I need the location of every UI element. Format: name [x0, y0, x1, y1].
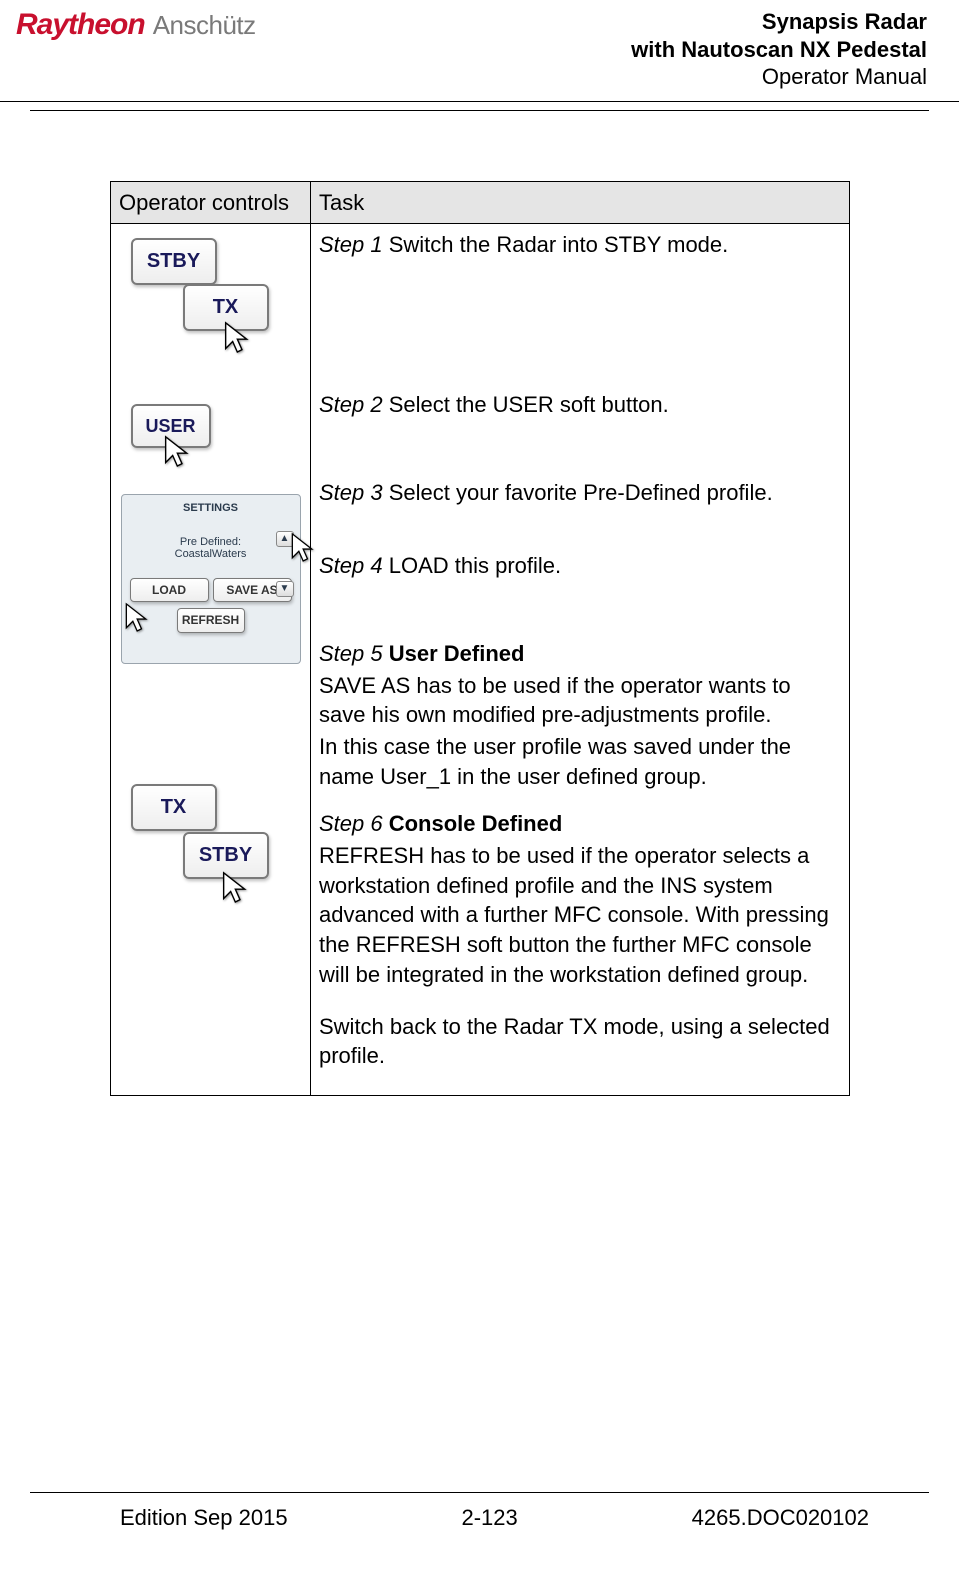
controls-cell: STBY TX USER SETTINGS Pre Defined: Coast… — [111, 224, 311, 1096]
footer-edition: Edition Sep 2015 — [120, 1505, 288, 1531]
settings-title: SETTINGS — [128, 501, 294, 516]
tx-button[interactable]: TX — [131, 784, 217, 831]
cursor-icon — [288, 531, 314, 565]
step-5: Step 5 User Defined SAVE AS has to be us… — [319, 639, 841, 791]
title-line-1: Synapsis Radar — [631, 8, 927, 36]
step-label: Step 6 — [319, 811, 383, 836]
profile-label: Pre Defined: — [128, 536, 294, 548]
page-header: Raytheon Anschütz Synapsis Radar with Na… — [0, 0, 959, 102]
procedure-table: Operator controls Task STBY TX USER SETT… — [110, 181, 850, 1096]
brand-logo: Raytheon Anschütz — [16, 8, 256, 42]
step-4: Step 4 LOAD this profile. — [319, 551, 841, 581]
load-button[interactable]: LOAD — [130, 578, 209, 602]
refresh-button[interactable]: REFRESH — [177, 608, 245, 632]
cursor-icon — [161, 434, 189, 470]
step-bold: Console Defined — [383, 811, 563, 836]
cursor-icon — [122, 601, 148, 635]
logo-secondary: Anschütz — [153, 10, 256, 41]
profile-display: Pre Defined: CoastalWaters — [128, 536, 294, 560]
step-text: Select your favorite Pre-Defined profile… — [383, 480, 773, 505]
step-label: Step 1 — [319, 232, 383, 257]
step-2: Step 2 Select the USER soft button. — [319, 390, 841, 420]
arrow-down-button[interactable]: ▼ — [276, 581, 294, 597]
step-label: Step 2 — [319, 392, 383, 417]
title-line-3: Operator Manual — [631, 63, 927, 91]
page-footer: Edition Sep 2015 2-123 4265.DOC020102 — [30, 1492, 929, 1531]
step-6: Step 6 Console Defined REFRESH has to be… — [319, 809, 841, 989]
step-body: In this case the user profile was saved … — [319, 732, 841, 791]
step-text: LOAD this profile. — [383, 553, 562, 578]
col-header-task: Task — [311, 181, 850, 224]
title-line-2: with Nautoscan NX Pedestal — [631, 36, 927, 64]
profile-name: CoastalWaters — [128, 548, 294, 560]
col-header-controls: Operator controls — [111, 181, 311, 224]
step-body: SAVE AS has to be used if the operator w… — [319, 671, 841, 730]
stby-button[interactable]: STBY — [131, 238, 217, 285]
step-final: Switch back to the Radar TX mode, using … — [319, 1012, 841, 1071]
document-title: Synapsis Radar with Nautoscan NX Pedesta… — [631, 8, 927, 91]
task-cell: Step 1 Switch the Radar into STBY mode. … — [311, 224, 850, 1096]
footer-page: 2-123 — [461, 1505, 517, 1531]
step-text: Switch the Radar into STBY mode. — [383, 232, 729, 257]
stby-tx-buttons: STBY TX — [121, 236, 301, 376]
step-text: Switch back to the Radar TX mode, using … — [319, 1014, 830, 1069]
step-3: Step 3 Select your favorite Pre-Defined … — [319, 478, 841, 508]
step-label: Step 5 — [319, 641, 383, 666]
step-bold: User Defined — [383, 641, 525, 666]
step-body: REFRESH has to be used if the operator s… — [319, 841, 841, 989]
step-label: Step 3 — [319, 480, 383, 505]
cursor-icon — [219, 870, 247, 906]
settings-panel: SETTINGS Pre Defined: CoastalWaters LOAD… — [121, 494, 301, 664]
step-text: Select the USER soft button. — [383, 392, 669, 417]
step-1: Step 1 Switch the Radar into STBY mode. — [319, 230, 841, 260]
cursor-icon — [221, 320, 249, 356]
logo-primary: Raytheon — [16, 8, 145, 42]
content-area: Operator controls Task STBY TX USER SETT… — [0, 111, 959, 1096]
user-button-group: USER — [121, 404, 301, 474]
footer-docnum: 4265.DOC020102 — [692, 1505, 869, 1531]
step-label: Step 4 — [319, 553, 383, 578]
tx-stby-buttons: TX STBY — [121, 784, 301, 934]
